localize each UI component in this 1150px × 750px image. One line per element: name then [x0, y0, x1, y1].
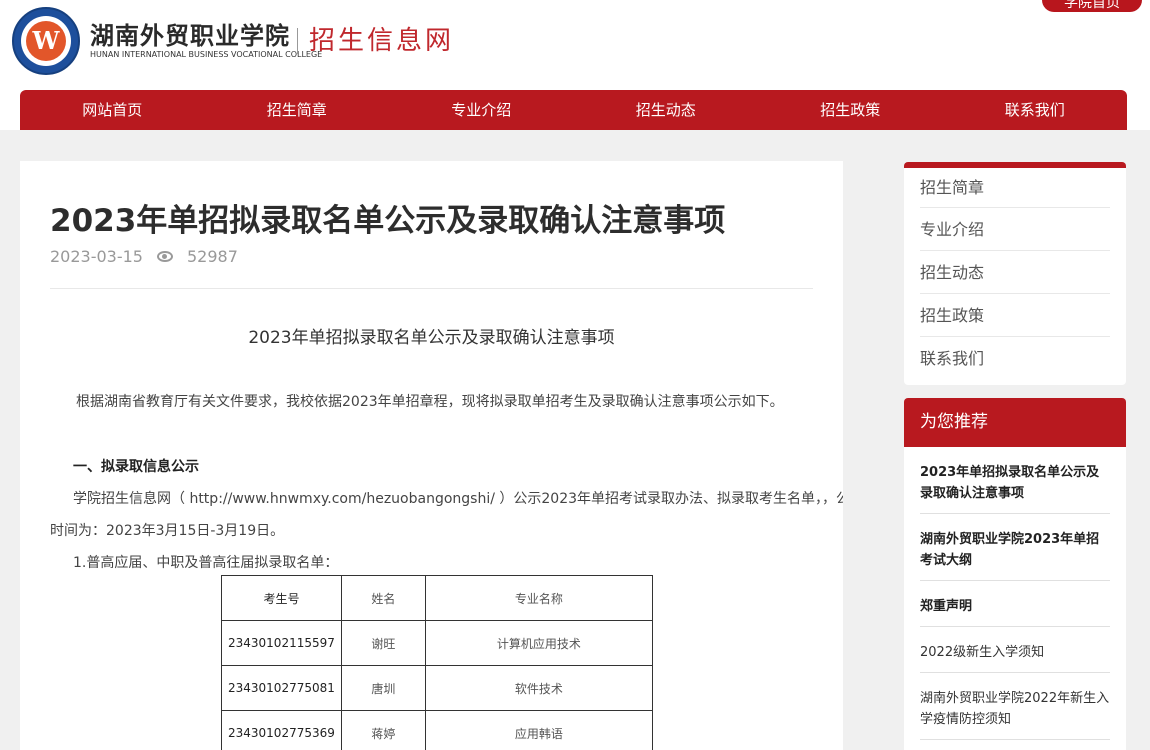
eye-icon [156, 251, 173, 262]
table-row: 23430102115597 谢旺 计算机应用技术 [221, 620, 653, 666]
table-header: 专业名称 [424, 575, 653, 621]
nav-item-home[interactable]: 网站首页 [20, 90, 205, 130]
table-cell: 计算机应用技术 [424, 620, 653, 666]
recommend-item[interactable]: 郑重声明 [920, 581, 1110, 627]
table-cell: 23430102775369 [221, 710, 342, 750]
sidebar-item-policy[interactable]: 招生政策 [920, 294, 1110, 337]
main-nav: 网站首页 招生简章 专业介绍 招生动态 招生政策 联系我们 [20, 90, 1127, 130]
table-header: 姓名 [340, 575, 426, 621]
sidebar-menu: 招生简章 专业介绍 招生动态 招生政策 联系我们 [904, 162, 1126, 385]
recommend-panel: 为您推荐 2023年单招拟录取名单公示及录取确认注意事项 湖南外贸职业学院202… [904, 398, 1126, 750]
sidebar-item-brochure[interactable]: 招生简章 [920, 168, 1110, 208]
sidebar-item-contact[interactable]: 联系我们 [920, 337, 1110, 380]
site-title: 招生信息网 [309, 26, 455, 56]
sidebar-item-majors[interactable]: 专业介绍 [920, 208, 1110, 251]
table-cell: 应用韩语 [424, 710, 653, 750]
article-title: 2023年单招拟录取名单公示及录取确认注意事项 [50, 203, 726, 239]
recommend-item[interactable]: 湖南外贸职业学院2023年单招考试大纲 [920, 514, 1110, 581]
college-home-button[interactable]: 学院首页 [1042, 0, 1142, 12]
sidebar-item-news[interactable]: 招生动态 [920, 251, 1110, 294]
recommend-item[interactable]: 2022级新生入学须知 [920, 627, 1110, 673]
table-cell: 23430102115597 [221, 620, 342, 666]
list-title: 1.普高应届、中职及普高往届拟录取名单： [73, 555, 339, 571]
recommend-title: 为您推荐 [904, 398, 1126, 447]
recommend-item[interactable]: 2023年单招拟录取名单公示及录取确认注意事项 [920, 447, 1110, 514]
table-cell: 23430102775081 [221, 665, 342, 711]
school-name-en: HUNAN INTERNATIONAL BUSINESS VOCATIONAL … [90, 50, 323, 59]
intro-paragraph: 根据湖南省教育厅有关文件要求，我校依据2023年单招章程，现将拟录取单招考生及录… [76, 394, 784, 410]
college-logo-icon[interactable]: W [12, 7, 80, 75]
table-cell: 软件技术 [424, 665, 653, 711]
recommend-item[interactable]: 湖南外贸职业学院2022年新生入学疫情防控须知 [920, 673, 1110, 740]
section-heading: 一、拟录取信息公示 [73, 459, 199, 475]
article-views: 52987 [186, 247, 238, 266]
table-cell: 谢旺 [340, 620, 426, 666]
table-row: 23430102775369 蒋婷 应用韩语 [221, 710, 653, 750]
article-date: 2023-03-15 [50, 247, 143, 266]
nav-item-news[interactable]: 招生动态 [574, 90, 759, 130]
article-subtitle: 2023年单招拟录取名单公示及录取确认注意事项 [248, 328, 615, 348]
nav-item-brochure[interactable]: 招生简章 [205, 90, 390, 130]
info-paragraph-cont: 时间为：2023年3月15日-3月19日。 [50, 523, 285, 539]
nav-item-policy[interactable]: 招生政策 [758, 90, 943, 130]
nav-item-majors[interactable]: 专业介绍 [389, 90, 574, 130]
table-cell: 蒋婷 [340, 710, 426, 750]
admission-table: 考生号 姓名 专业名称 23430102115597 谢旺 计算机应用技术 23… [221, 575, 653, 750]
article-panel: 2023年单招拟录取名单公示及录取确认注意事项 2023-03-15 52987… [20, 161, 843, 750]
table-header-row: 考生号 姓名 专业名称 [221, 575, 653, 621]
school-name-cn[interactable]: 湖南外贸职业学院 [90, 16, 290, 51]
article-meta: 2023-03-15 52987 [50, 247, 238, 266]
table-header: 考生号 [221, 575, 342, 621]
table-row: 23430102775081 唐圳 软件技术 [221, 665, 653, 711]
title-divider [50, 288, 813, 289]
table-cell: 唐圳 [340, 665, 426, 711]
logo-divider [297, 28, 298, 54]
info-paragraph: 学院招生信息网（ http://www.hnwmxy.com/hezuobang… [73, 491, 843, 507]
nav-item-contact[interactable]: 联系我们 [943, 90, 1128, 130]
